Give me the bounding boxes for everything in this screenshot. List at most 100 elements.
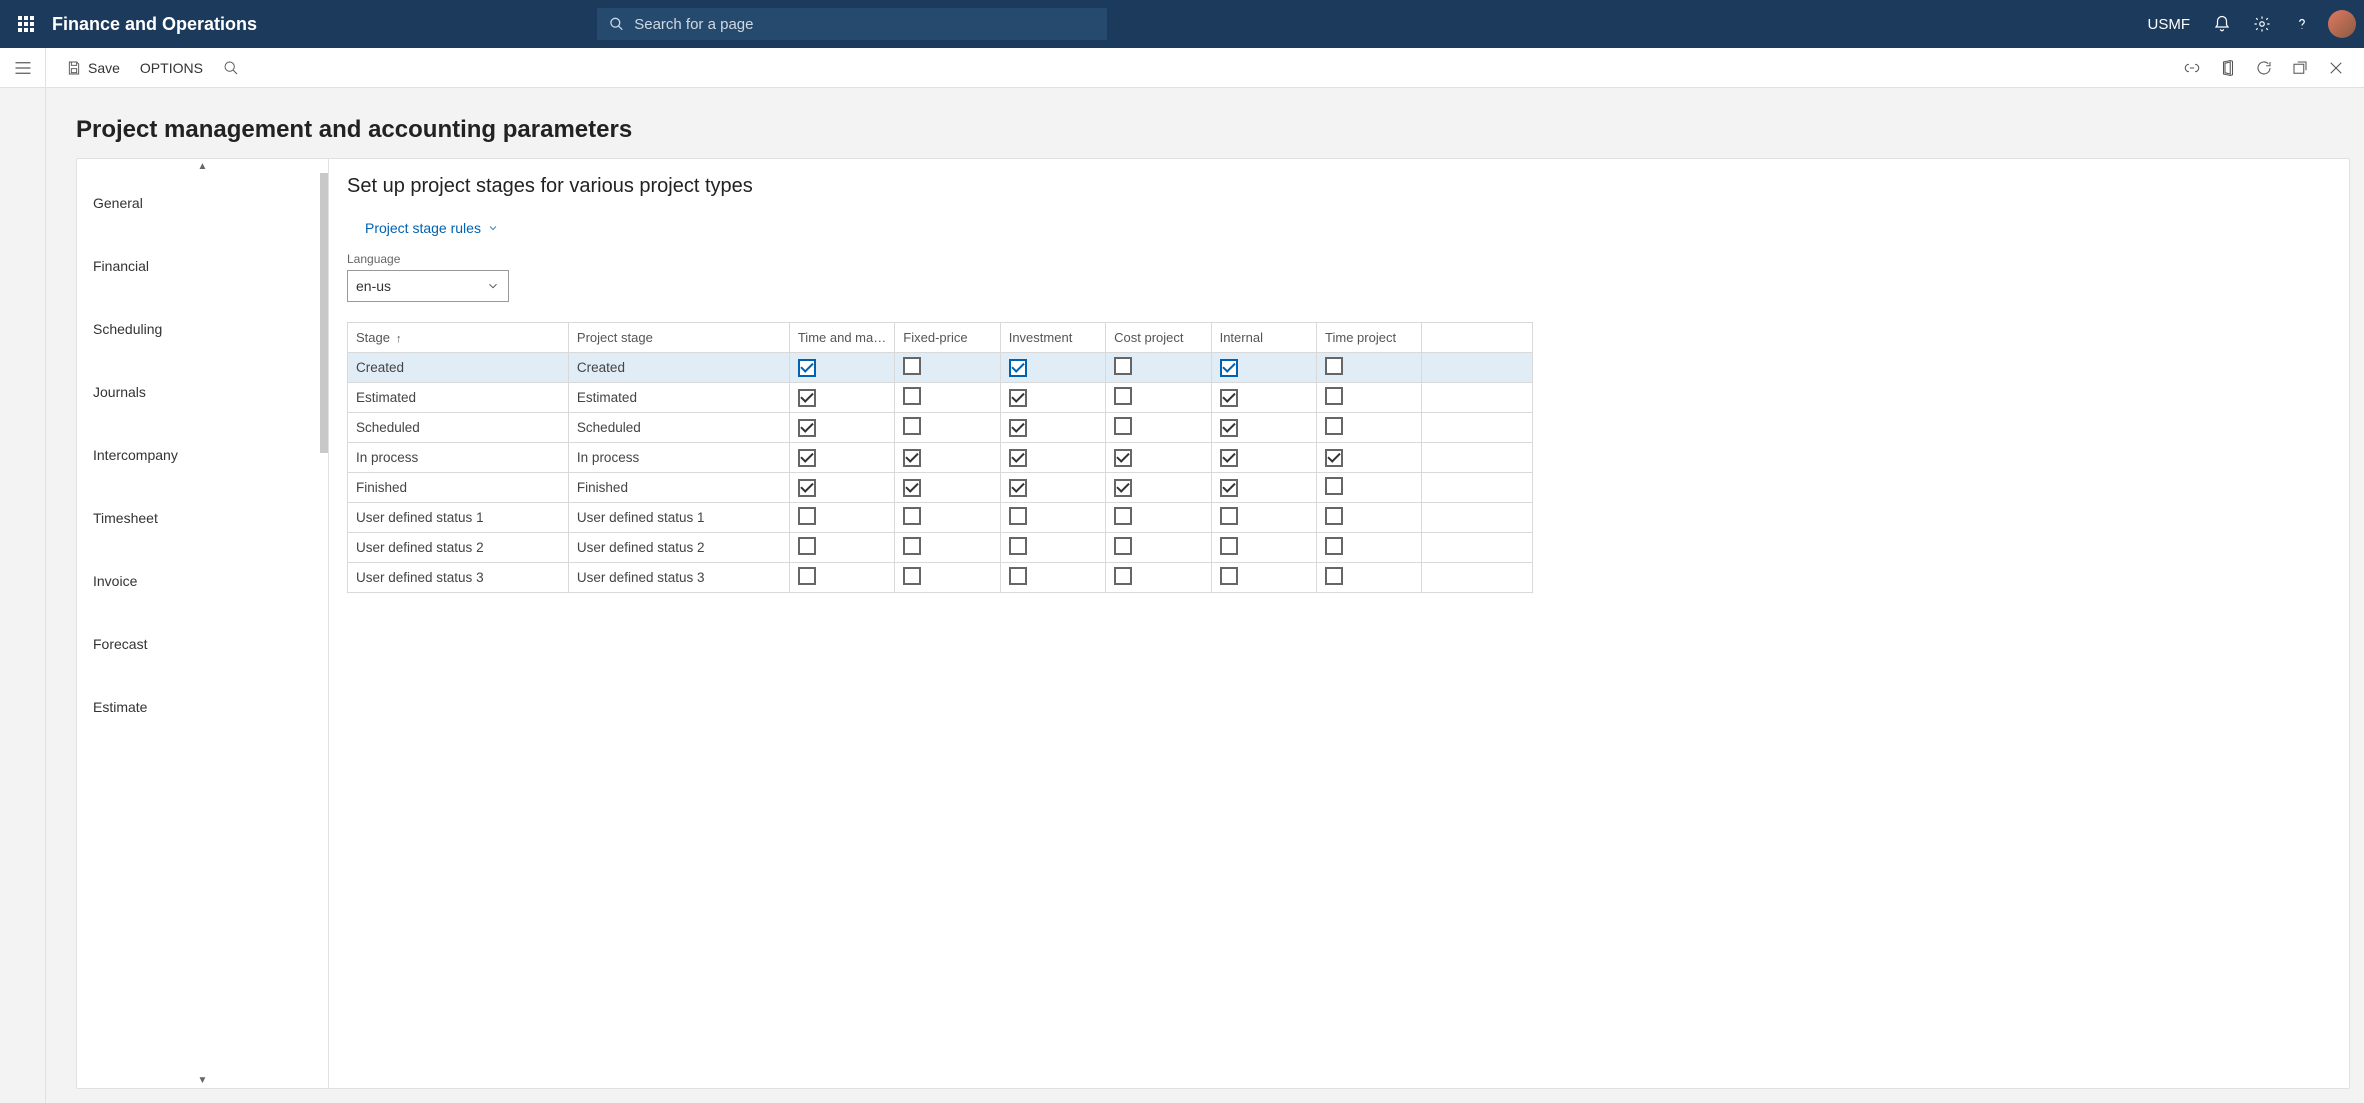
cell-stage[interactable]: User defined status 3 bbox=[348, 563, 569, 593]
cell-project-stage[interactable]: User defined status 3 bbox=[568, 563, 789, 593]
close-button[interactable] bbox=[2318, 48, 2354, 87]
checkbox[interactable] bbox=[1325, 387, 1343, 405]
settings-button[interactable] bbox=[2242, 0, 2282, 48]
cell-stage[interactable]: Scheduled bbox=[348, 413, 569, 443]
table-row[interactable]: EstimatedEstimated bbox=[348, 383, 1533, 413]
table-row[interactable]: ScheduledScheduled bbox=[348, 413, 1533, 443]
checkbox[interactable] bbox=[1009, 419, 1027, 437]
refresh-button[interactable] bbox=[2246, 48, 2282, 87]
checkbox[interactable] bbox=[1114, 387, 1132, 405]
notifications-button[interactable] bbox=[2202, 0, 2242, 48]
cell-project-stage[interactable]: In process bbox=[568, 443, 789, 473]
cell-stage[interactable]: User defined status 2 bbox=[348, 533, 569, 563]
sidenav-item-invoice[interactable]: Invoice bbox=[77, 549, 328, 612]
save-button[interactable]: Save bbox=[56, 48, 130, 87]
actionbar-search-button[interactable] bbox=[213, 48, 249, 87]
checkbox[interactable] bbox=[798, 449, 816, 467]
checkbox[interactable] bbox=[1009, 359, 1027, 377]
checkbox[interactable] bbox=[1220, 479, 1238, 497]
checkbox[interactable] bbox=[798, 567, 816, 585]
cell-stage[interactable]: User defined status 1 bbox=[348, 503, 569, 533]
column-header[interactable]: Fixed-price bbox=[895, 323, 1000, 353]
checkbox[interactable] bbox=[1114, 537, 1132, 555]
language-select[interactable]: en-us bbox=[347, 270, 509, 302]
column-header[interactable]: Investment bbox=[1000, 323, 1105, 353]
options-button[interactable]: OPTIONS bbox=[130, 48, 213, 87]
checkbox[interactable] bbox=[1325, 417, 1343, 435]
checkbox[interactable] bbox=[1114, 507, 1132, 525]
app-launcher-button[interactable] bbox=[8, 16, 44, 32]
help-button[interactable] bbox=[2282, 0, 2322, 48]
checkbox[interactable] bbox=[1009, 479, 1027, 497]
cell-stage[interactable]: In process bbox=[348, 443, 569, 473]
checkbox[interactable] bbox=[1325, 537, 1343, 555]
checkbox[interactable] bbox=[903, 449, 921, 467]
checkbox[interactable] bbox=[903, 507, 921, 525]
checkbox[interactable] bbox=[1220, 389, 1238, 407]
nav-scrollbar-thumb[interactable] bbox=[320, 173, 328, 453]
checkbox[interactable] bbox=[1220, 567, 1238, 585]
checkbox[interactable] bbox=[1220, 419, 1238, 437]
cell-project-stage[interactable]: User defined status 2 bbox=[568, 533, 789, 563]
cell-project-stage[interactable]: User defined status 1 bbox=[568, 503, 789, 533]
popout-button[interactable] bbox=[2282, 48, 2318, 87]
checkbox[interactable] bbox=[1114, 567, 1132, 585]
attachments-button[interactable] bbox=[2174, 48, 2210, 87]
checkbox[interactable] bbox=[798, 479, 816, 497]
column-header[interactable]: Project stage bbox=[568, 323, 789, 353]
sidenav-item-intercompany[interactable]: Intercompany bbox=[77, 423, 328, 486]
cell-stage[interactable]: Estimated bbox=[348, 383, 569, 413]
sidenav-item-financial[interactable]: Financial bbox=[77, 234, 328, 297]
checkbox[interactable] bbox=[1325, 357, 1343, 375]
checkbox[interactable] bbox=[798, 419, 816, 437]
checkbox[interactable] bbox=[1325, 477, 1343, 495]
checkbox[interactable] bbox=[1009, 567, 1027, 585]
checkbox[interactable] bbox=[1220, 449, 1238, 467]
checkbox[interactable] bbox=[1220, 359, 1238, 377]
checkbox[interactable] bbox=[903, 387, 921, 405]
nav-scroll-down[interactable]: ▼ bbox=[198, 1075, 208, 1086]
table-row[interactable]: User defined status 2User defined status… bbox=[348, 533, 1533, 563]
search-input[interactable] bbox=[634, 16, 1095, 33]
checkbox[interactable] bbox=[1009, 449, 1027, 467]
cell-stage[interactable]: Created bbox=[348, 353, 569, 383]
checkbox[interactable] bbox=[798, 537, 816, 555]
column-header[interactable]: Cost project bbox=[1106, 323, 1211, 353]
checkbox[interactable] bbox=[903, 567, 921, 585]
checkbox[interactable] bbox=[903, 537, 921, 555]
cell-project-stage[interactable]: Created bbox=[568, 353, 789, 383]
checkbox[interactable] bbox=[1009, 537, 1027, 555]
column-header[interactable]: Time and materi... bbox=[789, 323, 894, 353]
table-row[interactable]: User defined status 3User defined status… bbox=[348, 563, 1533, 593]
checkbox[interactable] bbox=[1009, 389, 1027, 407]
column-header[interactable]: Stage↑ bbox=[348, 323, 569, 353]
sidenav-item-forecast[interactable]: Forecast bbox=[77, 612, 328, 675]
checkbox[interactable] bbox=[1114, 479, 1132, 497]
table-row[interactable]: CreatedCreated bbox=[348, 353, 1533, 383]
table-row[interactable]: FinishedFinished bbox=[348, 473, 1533, 503]
sidenav-item-scheduling[interactable]: Scheduling bbox=[77, 297, 328, 360]
sidenav-item-general[interactable]: General bbox=[77, 171, 328, 234]
checkbox[interactable] bbox=[1220, 537, 1238, 555]
column-header[interactable]: Time project bbox=[1317, 323, 1422, 353]
cell-project-stage[interactable]: Finished bbox=[568, 473, 789, 503]
user-avatar[interactable] bbox=[2328, 10, 2356, 38]
nav-scroll-up[interactable]: ▲ bbox=[198, 161, 208, 172]
checkbox[interactable] bbox=[903, 357, 921, 375]
cell-project-stage[interactable]: Estimated bbox=[568, 383, 789, 413]
checkbox[interactable] bbox=[1009, 507, 1027, 525]
sidenav-item-timesheet[interactable]: Timesheet bbox=[77, 486, 328, 549]
cell-project-stage[interactable]: Scheduled bbox=[568, 413, 789, 443]
cell-stage[interactable]: Finished bbox=[348, 473, 569, 503]
table-row[interactable]: In processIn process bbox=[348, 443, 1533, 473]
column-header[interactable]: Internal bbox=[1211, 323, 1316, 353]
checkbox[interactable] bbox=[798, 507, 816, 525]
checkbox[interactable] bbox=[1114, 417, 1132, 435]
table-row[interactable]: User defined status 1User defined status… bbox=[348, 503, 1533, 533]
checkbox[interactable] bbox=[1114, 449, 1132, 467]
project-stage-rules-link[interactable]: Project stage rules bbox=[365, 220, 2331, 236]
checkbox[interactable] bbox=[798, 359, 816, 377]
checkbox[interactable] bbox=[903, 479, 921, 497]
company-picker[interactable]: USMF bbox=[2148, 16, 2191, 33]
nav-toggle-button[interactable] bbox=[0, 48, 46, 87]
